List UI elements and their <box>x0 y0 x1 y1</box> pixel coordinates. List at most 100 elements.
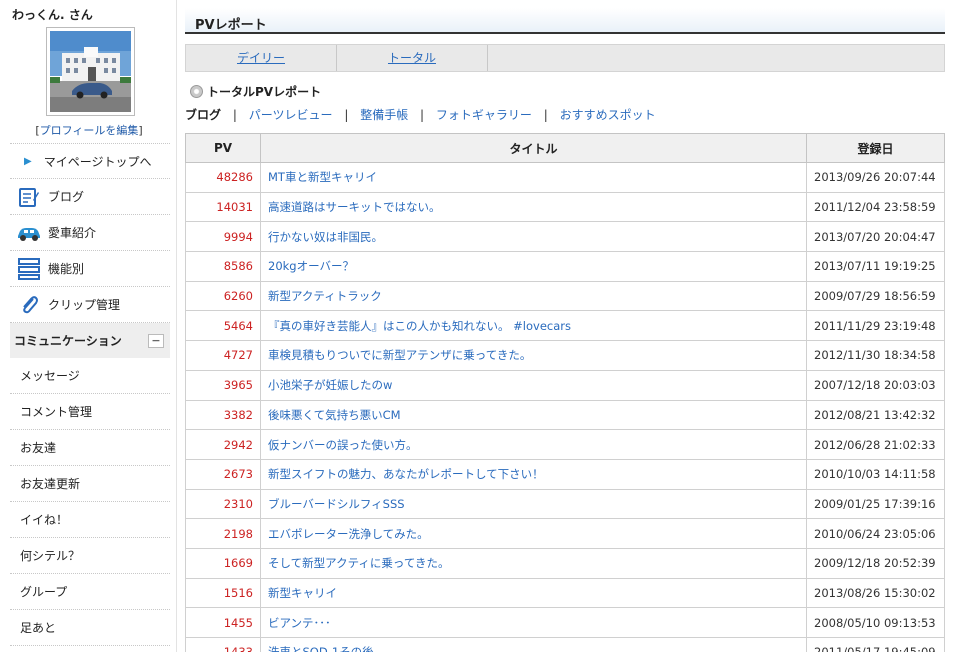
pv-count: 3965 <box>185 369 261 401</box>
post-title-link[interactable]: 仮ナンバーの誤った使い方。 <box>260 429 807 460</box>
pv-count: 5464 <box>185 310 261 342</box>
pv-count: 6260 <box>185 280 261 312</box>
pv-count: 2310 <box>185 488 261 520</box>
table-row: 2310 ブルーバードシルフィSSS 2009/01/25 17:39:16 <box>185 488 945 520</box>
sidebar-item-friends[interactable]: お友達 <box>10 430 170 466</box>
avatar[interactable] <box>46 27 135 116</box>
category-link-maintenance[interactable]: 整備手帳 <box>360 108 408 122</box>
post-title-link[interactable]: 新型キャリイ <box>260 577 807 609</box>
post-date: 2010/06/24 23:05:06 <box>806 518 945 549</box>
sidebar-divider <box>176 0 177 652</box>
sidebar-item-messages[interactable]: メッセージ <box>10 358 170 394</box>
sidebar-item-likes[interactable]: イイね！ <box>10 502 170 538</box>
post-title-link[interactable]: ブルーバードシルフィSSS <box>260 488 807 520</box>
post-title-link[interactable]: 『真の車好き芸能人』はこの人かも知れない。 #lovecars <box>260 310 807 342</box>
page-title: PVレポート <box>185 8 945 34</box>
pv-count: 1455 <box>185 607 261 638</box>
table-row: 14031 高速道路はサーキットではない。 2011/12/04 23:58:59 <box>185 191 945 223</box>
post-title-link[interactable]: 新型アクティトラック <box>260 280 807 312</box>
table-row: 6260 新型アクティトラック 2009/07/29 18:56:59 <box>185 280 945 312</box>
tab-total[interactable]: トータル <box>337 45 488 71</box>
post-date: 2010/10/03 14:11:58 <box>806 458 945 490</box>
table-row: 48286 MT車と新型キャリイ 2013/09/26 20:07:44 <box>185 162 945 193</box>
pv-count: 9994 <box>185 221 261 253</box>
pv-count: 2673 <box>185 458 261 490</box>
sidebar-item-groups[interactable]: グループ <box>10 574 170 610</box>
table-row: 3382 後味悪くて気持ち悪いCM 2012/08/21 13:42:32 <box>185 399 945 431</box>
sidebar-item-car[interactable]: 愛車紹介 <box>10 215 170 251</box>
blog-icon <box>16 185 42 209</box>
username: わっくん. さん <box>12 8 93 22</box>
post-title-link[interactable]: 高速道路はサーキットではない。 <box>260 191 807 223</box>
post-title-link[interactable]: 後味悪くて気持ち悪いCM <box>260 399 807 431</box>
car-icon <box>16 221 42 245</box>
pv-count: 1669 <box>185 547 261 579</box>
pv-count: 1516 <box>185 577 261 609</box>
table-row: 8586 20kgオーバー？ 2013/07/11 19:19:25 <box>185 251 945 282</box>
post-date: 2011/05/17 19:45:09 <box>806 637 945 652</box>
post-title-link[interactable]: 行かない奴は非国民。 <box>260 221 807 253</box>
table-header-row: PV タイトル 登録日 <box>185 133 945 163</box>
communication-section-header[interactable]: コミュニケーション − <box>10 323 170 358</box>
post-date: 2012/08/21 13:42:32 <box>806 399 945 431</box>
post-title-link[interactable]: エバポレーター洗浄してみた。 <box>260 518 807 549</box>
pv-count: 2198 <box>185 518 261 549</box>
table-row: 3965 小池栄子が妊娠したのw 2007/12/18 20:03:03 <box>185 369 945 401</box>
table-row: 1455 ビアンテ･･･ 2008/05/10 09:13:53 <box>185 607 945 638</box>
pv-count: 1433 <box>185 637 261 652</box>
table-row: 5464 『真の車好き芸能人』はこの人かも知れない。 #lovecars 2011/… <box>185 310 945 342</box>
table-row: 9994 行かない奴は非国民。 2013/07/20 20:04:47 <box>185 221 945 253</box>
post-date: 2013/08/26 15:30:02 <box>806 577 945 609</box>
post-date: 2013/09/26 20:07:44 <box>806 162 945 193</box>
post-title-link[interactable]: 車検見積もりついでに新型アテンザに乗ってきた。 <box>260 340 807 371</box>
pv-table: PV タイトル 登録日 48286 MT車と新型キャリイ 2013/09/26 20… <box>185 133 945 652</box>
category-link-parts-review[interactable]: パーツレビュー <box>249 108 333 122</box>
post-date: 2012/11/30 18:34:58 <box>806 340 945 371</box>
post-title-link[interactable]: 新型スイフトの魅力、あなたがレポートして下さい！ <box>260 458 807 490</box>
clip-icon <box>16 293 42 317</box>
collapse-icon[interactable]: − <box>148 333 164 348</box>
pv-count: 4727 <box>185 340 261 371</box>
sidebar-menu: ▶ マイページトップへ ブログ 愛車紹介 機能別 クリップ管理 コミュニケーショ… <box>10 143 170 646</box>
table-row: 2673 新型スイフトの魅力、あなたがレポートして下さい！ 2010/10/03 1… <box>185 458 945 490</box>
main-content: PVレポート デイリー トータル トータルPVレポート ブログ | パーツレビュ… <box>185 8 945 652</box>
sidebar-item-friend-updates[interactable]: お友達更新 <box>10 466 170 502</box>
category-nav: ブログ | パーツレビュー | 整備手帳 | フォトギャラリー | おすすめスポ… <box>185 108 656 122</box>
post-title-link[interactable]: 洗車とSOD-1その後 <box>260 637 807 652</box>
sidebar-item-clip[interactable]: クリップ管理 <box>10 287 170 323</box>
edit-profile: [プロフィールを編集] <box>35 124 143 137</box>
sidebar-item-footprints[interactable]: 足あと <box>10 610 170 646</box>
post-date: 2009/12/18 20:52:39 <box>806 547 945 579</box>
post-title-link[interactable]: そして新型アクティに乗ってきた。 <box>260 547 807 579</box>
avatar-photo <box>50 31 131 112</box>
post-title-link[interactable]: MT車と新型キャリイ <box>260 162 807 193</box>
table-row: 1669 そして新型アクティに乗ってきた。 2009/12/18 20:52:39 <box>185 547 945 579</box>
pv-count: 8586 <box>185 251 261 282</box>
post-title-link[interactable]: ビアンテ･･･ <box>260 607 807 638</box>
sidebar-item-whats-up[interactable]: 何シテル？ <box>10 538 170 574</box>
table-body: 48286 MT車と新型キャリイ 2013/09/26 20:07:44 14031 高… <box>185 162 945 652</box>
category-link-recommended-spots[interactable]: おすすめスポット <box>560 108 656 122</box>
pv-count: 3382 <box>185 399 261 431</box>
sidebar-item-comments[interactable]: コメント管理 <box>10 394 170 430</box>
pv-count: 14031 <box>185 191 261 223</box>
edit-profile-link[interactable]: プロフィールを編集 <box>40 124 139 137</box>
table-row: 1516 新型キャリイ 2013/08/26 15:30:02 <box>185 577 945 609</box>
post-title-link[interactable]: 20kgオーバー？ <box>260 251 807 282</box>
category-link-photo-gallery[interactable]: フォトギャラリー <box>436 108 532 122</box>
post-title-link[interactable]: 小池栄子が妊娠したのw <box>260 369 807 401</box>
post-date: 2013/07/20 20:04:47 <box>806 221 945 253</box>
sidebar-item-blog[interactable]: ブログ <box>10 179 170 215</box>
column-header-date: 登録日 <box>806 133 945 163</box>
post-date: 2011/11/29 23:19:48 <box>806 310 945 342</box>
tab-daily[interactable]: デイリー <box>186 45 337 71</box>
tab-bar: デイリー トータル <box>185 44 945 72</box>
category-current-blog: ブログ <box>185 108 222 122</box>
report-heading: トータルPVレポート <box>185 83 945 100</box>
sidebar-item-mypage-top[interactable]: ▶ マイページトップへ <box>10 143 170 179</box>
table-row: 2942 仮ナンバーの誤った使い方。 2012/06/28 21:02:33 <box>185 429 945 460</box>
radio-icon <box>190 85 203 98</box>
sidebar: わっくん. さん [プロフィールを編集] ▶ マイページトップへ ブログ 愛車紹… <box>0 0 172 652</box>
table-row: 1433洗車とSOD-1その後2011/05/17 19:45:09 <box>185 637 945 652</box>
sidebar-item-features[interactable]: 機能別 <box>10 251 170 287</box>
